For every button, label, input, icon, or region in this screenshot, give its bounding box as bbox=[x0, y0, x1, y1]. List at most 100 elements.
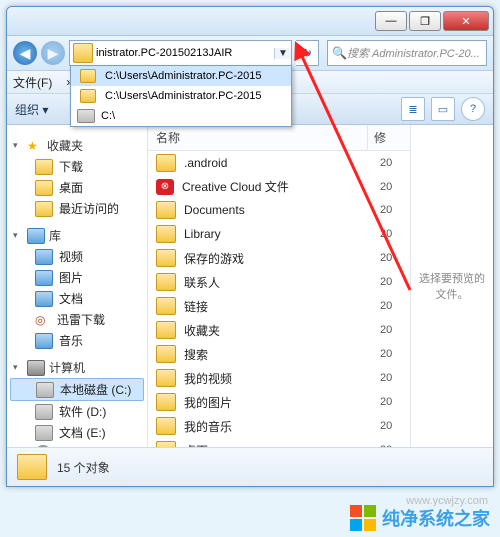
nav-label: 文档 (E:) bbox=[59, 424, 106, 441]
nav-item-pictures[interactable]: 图片 bbox=[7, 267, 147, 288]
file-list[interactable]: 名称 修 .android20⊗Creative Cloud 文件20Docum… bbox=[148, 125, 410, 447]
drive-icon bbox=[35, 404, 53, 420]
search-icon: 🔍 bbox=[332, 46, 347, 60]
back-button[interactable]: ◀ bbox=[13, 41, 37, 65]
file-row[interactable]: Documents 20 bbox=[148, 198, 410, 222]
address-text: inistrator.PC-20150213JAIR bbox=[96, 47, 274, 59]
nav-item-videos[interactable]: 视频 bbox=[7, 246, 147, 267]
nav-bar: ◀ ▶ inistrator.PC-20150213JAIR ▼ C:\User… bbox=[7, 36, 493, 71]
dropdown-item-label: C:\ bbox=[101, 110, 115, 122]
file-row[interactable]: 联系人20 bbox=[148, 270, 410, 294]
file-date: 20 bbox=[380, 157, 402, 169]
address-bar[interactable]: inistrator.PC-20150213JAIR ▼ C:\Users\Ad… bbox=[69, 40, 292, 66]
file-row[interactable]: 我的图片20 bbox=[148, 390, 410, 414]
file-date: 20 bbox=[380, 396, 402, 408]
file-row[interactable]: 保存的游戏20 bbox=[148, 246, 410, 270]
libraries-label: 库 bbox=[49, 227, 61, 244]
forward-button[interactable]: ▶ bbox=[41, 41, 65, 65]
address-dropdown: C:\Users\Administrator.PC-2015 C:\Users\… bbox=[70, 65, 292, 127]
file-row[interactable]: 桌面20 bbox=[148, 438, 410, 447]
nav-label: 视频 bbox=[59, 248, 83, 265]
file-row[interactable]: ⊗Creative Cloud 文件20 bbox=[148, 175, 410, 198]
computer-label: 计算机 bbox=[49, 359, 85, 376]
file-row[interactable]: 链接20 bbox=[148, 294, 410, 318]
file-date: 20 bbox=[380, 420, 402, 432]
nav-item-downloads[interactable]: 下载 bbox=[7, 156, 147, 177]
computer-header[interactable]: ▾ 计算机 bbox=[7, 357, 147, 378]
file-name: 我的视频 bbox=[184, 370, 372, 387]
column-modified[interactable]: 修 bbox=[368, 125, 410, 150]
file-row[interactable]: 搜索 20 bbox=[148, 342, 410, 366]
expand-icon: ▾ bbox=[13, 140, 23, 151]
file-date: 20 bbox=[380, 228, 402, 240]
column-name[interactable]: 名称 bbox=[148, 125, 368, 150]
dropdown-item[interactable]: C:\ bbox=[71, 106, 291, 126]
search-placeholder: 搜索 Administrator.PC-20... bbox=[347, 45, 480, 61]
file-date: 20 bbox=[380, 181, 402, 193]
file-name: Library bbox=[184, 227, 372, 241]
file-row[interactable]: 我的音乐20 bbox=[148, 414, 410, 438]
dropdown-item[interactable]: C:\Users\Administrator.PC-2015 bbox=[71, 66, 291, 86]
file-name: Documents bbox=[184, 203, 372, 217]
nav-item-documents[interactable]: 文档 bbox=[7, 288, 147, 309]
maximize-button[interactable]: ❐ bbox=[409, 11, 441, 31]
nav-item-desktop[interactable]: 桌面 bbox=[7, 177, 147, 198]
help-button[interactable]: ? bbox=[461, 97, 485, 121]
nav-item-drive-e[interactable]: 文档 (E:) bbox=[7, 422, 147, 443]
close-button[interactable]: ✕ bbox=[443, 11, 489, 31]
folder-icon bbox=[35, 180, 53, 196]
file-name: 收藏夹 bbox=[184, 322, 372, 339]
nav-pane[interactable]: ▾ ★ 收藏夹 下载 桌面 最近访问的 ▾ 库 视频 图片 文档 ◎ 迅雷下载 音… bbox=[7, 125, 148, 447]
content-area: 名称 修 .android20⊗Creative Cloud 文件20Docum… bbox=[148, 125, 493, 447]
address-dropdown-arrow[interactable]: ▼ bbox=[274, 48, 291, 59]
drive-icon bbox=[36, 382, 54, 398]
file-row[interactable]: .android20 bbox=[148, 151, 410, 175]
watermark-text: 纯净系统之家 bbox=[382, 505, 490, 531]
file-row[interactable]: 我的视频20 bbox=[148, 366, 410, 390]
nav-label: 桌面 bbox=[59, 179, 83, 196]
file-name: 保存的游戏 bbox=[184, 250, 372, 267]
file-date: 20 bbox=[380, 204, 402, 216]
folder-icon bbox=[156, 201, 176, 219]
nav-item-drive-c[interactable]: 本地磁盘 (C:) bbox=[10, 378, 144, 401]
view-options-button[interactable]: ≣ bbox=[401, 97, 425, 121]
document-icon bbox=[35, 291, 53, 307]
libraries-header[interactable]: ▾ 库 bbox=[7, 225, 147, 246]
file-row[interactable]: 收藏夹 20 bbox=[148, 318, 410, 342]
refresh-button[interactable]: ↻ bbox=[296, 40, 319, 66]
file-date: 20 bbox=[380, 300, 402, 312]
nav-item-drive-d[interactable]: 软件 (D:) bbox=[7, 401, 147, 422]
file-row[interactable]: Library 20 bbox=[148, 222, 410, 246]
windows-logo-icon bbox=[350, 505, 376, 531]
file-date: 20 bbox=[380, 348, 402, 360]
file-name: Creative Cloud 文件 bbox=[182, 178, 372, 195]
organize-button[interactable]: 组织 ▾ bbox=[15, 101, 48, 118]
file-name: 搜索 bbox=[184, 346, 372, 363]
folder-icon bbox=[156, 225, 176, 243]
file-date: 20 bbox=[380, 324, 402, 336]
expand-icon: ▾ bbox=[13, 362, 23, 373]
nav-label: 迅雷下载 bbox=[57, 311, 105, 328]
nav-label: 音乐 bbox=[59, 332, 83, 349]
column-headers: 名称 修 bbox=[148, 125, 410, 151]
nav-item-recent[interactable]: 最近访问的 bbox=[7, 198, 147, 219]
folder-icon bbox=[80, 89, 96, 103]
favorites-header[interactable]: ▾ ★ 收藏夹 bbox=[7, 135, 147, 156]
folder-icon bbox=[80, 69, 96, 83]
nav-item-xunlei[interactable]: ◎ 迅雷下载 bbox=[7, 309, 147, 330]
nav-item-music[interactable]: 音乐 bbox=[7, 330, 147, 351]
menu-file[interactable]: 文件(F) bbox=[13, 74, 52, 91]
minimize-button[interactable]: — bbox=[375, 11, 407, 31]
music-icon bbox=[35, 333, 53, 349]
nav-label: 本地磁盘 (C:) bbox=[60, 381, 131, 398]
xunlei-icon: ◎ bbox=[35, 313, 51, 327]
folder-icon bbox=[156, 345, 176, 363]
file-name: 联系人 bbox=[184, 274, 372, 291]
search-box[interactable]: 🔍 搜索 Administrator.PC-20... bbox=[327, 40, 487, 66]
drive-icon bbox=[35, 425, 53, 441]
folder-icon bbox=[35, 201, 53, 217]
library-icon bbox=[27, 228, 45, 244]
nav-label: 文档 bbox=[59, 290, 83, 307]
preview-pane-button[interactable]: ▭ bbox=[431, 97, 455, 121]
dropdown-item[interactable]: C:\Users\Administrator.PC-2015 bbox=[71, 86, 291, 106]
